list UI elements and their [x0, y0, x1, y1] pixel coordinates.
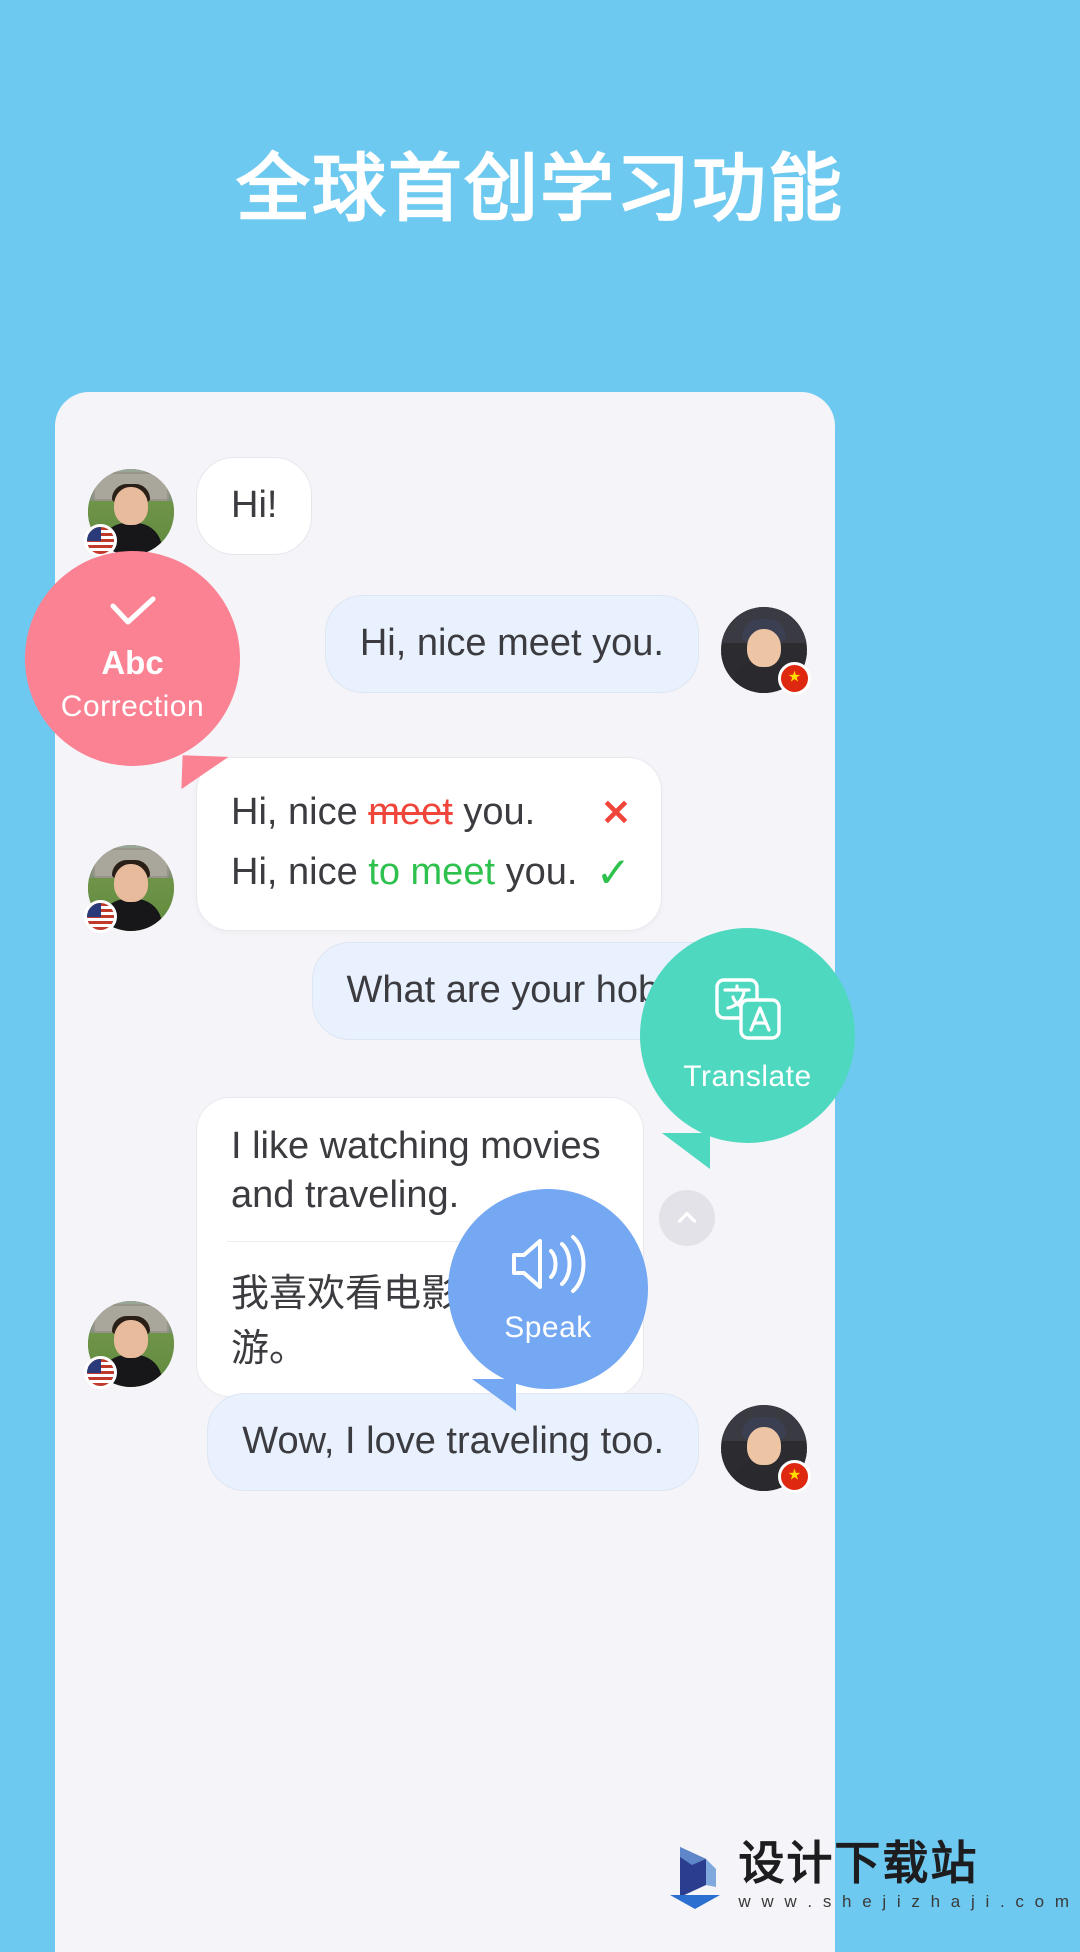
flag-us-icon — [84, 900, 117, 933]
watermark-url: w w w . s h e j i z h a j i . c o m — [738, 1892, 1072, 1911]
correction-prefix: Hi, nice — [231, 791, 369, 833]
correction-suffix: you. — [495, 851, 578, 893]
chevron-up-icon — [677, 1212, 697, 1223]
feature-badge-speak[interactable]: Speak — [448, 1189, 648, 1411]
message-row-correction: Hi, nice meet you. ✕ Hi, nice to meet yo… — [84, 757, 662, 933]
feature-badge-correction[interactable]: Abc Correction — [25, 551, 240, 791]
watermark-name: 设计下载站 — [738, 1837, 979, 1889]
abc-label: Abc — [101, 643, 164, 681]
check-icon — [107, 594, 159, 638]
chat-bubble[interactable]: Hi! — [196, 457, 313, 555]
check-icon: ✓ — [595, 849, 631, 896]
correction-wrong-word: meet — [368, 791, 453, 833]
badge-label: Speak — [504, 1310, 592, 1344]
badge-label: Translate — [683, 1060, 812, 1093]
avatar[interactable] — [721, 1404, 811, 1493]
watermark-logo-icon — [666, 1843, 724, 1909]
badge-label: Correction — [60, 689, 205, 723]
correction-original-line: Hi, nice meet you. ✕ — [231, 784, 631, 841]
message-row-hi: Hi! — [84, 457, 313, 557]
watermark: 设计下载站 w w w . s h e j i z h a j i . c o … — [666, 1840, 1072, 1912]
page-title: 全球首创学习功能 — [236, 147, 844, 230]
correction-suffix: you. — [452, 791, 536, 833]
flag-cn-icon — [778, 661, 811, 695]
chat-bubble[interactable]: Wow, I love traveling too. — [207, 1393, 699, 1491]
avatar[interactable] — [721, 606, 811, 695]
avatar[interactable] — [84, 1300, 174, 1389]
avatar[interactable] — [84, 845, 174, 933]
correction-card[interactable]: Hi, nice meet you. ✕ Hi, nice to meet yo… — [196, 757, 662, 931]
flag-cn-icon — [778, 1459, 811, 1493]
speaker-icon — [506, 1234, 590, 1299]
avatar[interactable] — [84, 468, 174, 557]
scroll-up-button[interactable] — [659, 1190, 715, 1246]
chat-bubble[interactable]: Hi, nice meet you. — [324, 595, 699, 693]
message-row-nice-meet: Hi, nice meet you. — [324, 595, 811, 695]
translate-icon — [713, 977, 783, 1046]
flag-us-icon — [84, 1355, 117, 1389]
correction-right-word: to meet — [368, 851, 496, 893]
feature-badge-translate[interactable]: Translate — [640, 928, 855, 1169]
flag-us-icon — [84, 523, 117, 557]
correction-fixed-line: Hi, nice to meet you. ✓ — [231, 841, 631, 904]
cross-icon: ✕ — [600, 791, 631, 833]
correction-prefix: Hi, nice — [231, 851, 369, 893]
